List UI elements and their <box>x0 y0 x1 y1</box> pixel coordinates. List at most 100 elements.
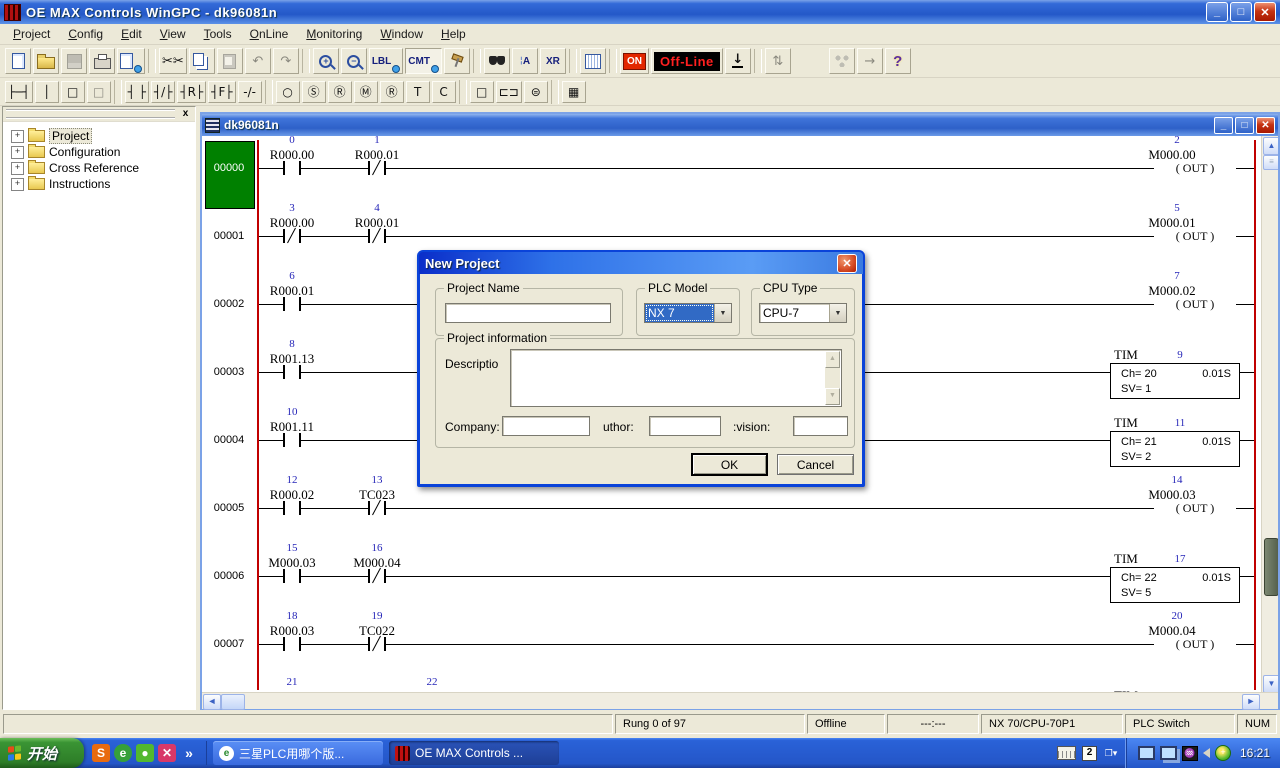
coil-set-button[interactable]: Ⓢ <box>302 81 326 103</box>
label-display-button[interactable]: LBL <box>369 48 403 74</box>
invert-line-button[interactable]: -/- <box>238 81 262 103</box>
scroll-left-button[interactable]: ◄ <box>203 694 221 710</box>
io-comment-table-button[interactable] <box>580 48 606 74</box>
sidebar-item-cross-reference[interactable]: +Cross Reference <box>3 160 195 176</box>
verify-transfer-button[interactable]: ⇅ <box>765 48 791 74</box>
sidebar-item-configuration[interactable]: +Configuration <box>3 144 195 160</box>
contact-no-button[interactable]: ┤ ├ <box>125 81 149 103</box>
contact-nc[interactable] <box>370 569 384 583</box>
minimize-button[interactable]: _ <box>1206 2 1228 22</box>
author-input[interactable] <box>649 416 721 436</box>
find-button[interactable] <box>484 48 510 74</box>
horizontal-scrollbar[interactable]: ◄ ► <box>202 692 1278 709</box>
print-button[interactable] <box>89 48 115 74</box>
plc-model-select[interactable]: NX 7 ▼ <box>644 303 732 323</box>
copy-button[interactable] <box>189 48 215 74</box>
dialog-titlebar[interactable]: New Project ✕ <box>419 252 863 274</box>
open-file-button[interactable] <box>33 48 59 74</box>
network-tray-icon[interactable] <box>1160 746 1177 760</box>
contact-no[interactable] <box>285 637 299 651</box>
scroll-down-button[interactable]: ▼ <box>1263 675 1278 692</box>
sidebar-item-project[interactable]: +Project <box>3 128 195 144</box>
find-replace-button[interactable]: ¦A <box>512 48 538 74</box>
function-box-io-button[interactable]: ⊏⊐ <box>496 81 522 103</box>
wireless-tray-icon[interactable]: ♒ <box>1182 746 1198 761</box>
output-coil[interactable]: ( OUT ) <box>1154 501 1236 515</box>
scroll-up-button[interactable]: ▲ <box>1263 137 1278 155</box>
coil-keep-button[interactable]: Ⓜ <box>354 81 378 103</box>
menu-item-online[interactable]: OnLine <box>241 25 298 43</box>
menu-item-window[interactable]: Window <box>371 25 432 43</box>
output-coil[interactable]: ( OUT ) <box>1154 297 1236 311</box>
contact-falling-button[interactable]: ┤F├ <box>208 81 235 103</box>
rung-number[interactable]: 00001 <box>204 229 254 243</box>
vertical-scrollbar[interactable]: ▲ ≡ ▼ <box>1261 136 1278 692</box>
draw-v-line-button[interactable]: │ <box>35 81 59 103</box>
contact-nc[interactable] <box>370 229 384 243</box>
vertical-scroll-thumb[interactable] <box>1264 538 1278 596</box>
download-to-plc-button[interactable]: ↓ <box>725 48 751 74</box>
function-box-button[interactable]: □ <box>470 81 494 103</box>
cpu-type-select[interactable]: CPU-7 ▼ <box>759 303 847 323</box>
rung-number[interactable]: 00005 <box>204 501 254 515</box>
menu-item-monitoring[interactable]: Monitoring <box>297 25 371 43</box>
keyboard-icon[interactable] <box>1057 746 1076 760</box>
menu-item-view[interactable]: View <box>151 25 195 43</box>
redo-button[interactable]: ↷ <box>273 48 299 74</box>
menu-item-project[interactable]: Project <box>4 25 59 43</box>
revision-input[interactable] <box>793 416 848 436</box>
zoom-in-button[interactable]: + <box>313 48 339 74</box>
contact-nc[interactable] <box>370 161 384 175</box>
help-about-button[interactable]: ? <box>885 48 911 74</box>
print-preview-button[interactable] <box>117 48 145 74</box>
scroll-page-button[interactable]: ≡ <box>1263 155 1278 170</box>
timer-button[interactable]: T <box>406 81 430 103</box>
coil-out-button[interactable]: ○ <box>276 81 300 103</box>
scroll-down-icon[interactable]: ▼ <box>825 388 840 405</box>
draw-h-line-button[interactable]: ├─┤ <box>5 81 33 103</box>
output-coil[interactable]: ( OUT ) <box>1154 161 1236 175</box>
rung-number[interactable]: 00000 <box>204 161 254 175</box>
messenger-icon[interactable]: ✕ <box>158 744 176 762</box>
safety-tray-icon[interactable]: + <box>1215 745 1231 761</box>
contact-no[interactable] <box>285 569 299 583</box>
draw-branch-2-button[interactable]: □ <box>87 81 111 103</box>
comment-display-button[interactable]: CMT <box>405 48 442 74</box>
cross-reference-button[interactable]: XR <box>540 48 566 74</box>
coil-latch-button[interactable]: Ⓡ <box>380 81 404 103</box>
contact-rising-button[interactable]: ┤R├ <box>177 81 206 103</box>
output-coil[interactable]: ( OUT ) <box>1154 229 1236 243</box>
child-minimize-button[interactable]: _ <box>1214 117 1233 134</box>
build-button[interactable] <box>444 48 470 74</box>
volume-tray-icon[interactable] <box>1203 748 1210 758</box>
paste-button[interactable] <box>217 48 243 74</box>
contact-nc-button[interactable]: ┤/├ <box>151 81 176 103</box>
expand-plus-icon[interactable]: + <box>11 130 24 143</box>
rung-number[interactable]: 00002 <box>204 297 254 311</box>
run-monitor-button[interactable]: → <box>857 48 883 74</box>
grid-toggle-button[interactable]: ▦ <box>562 81 586 103</box>
scroll-up-icon[interactable]: ▲ <box>825 351 840 368</box>
expand-plus-icon[interactable]: + <box>11 178 24 191</box>
rung-number[interactable]: 00007 <box>204 637 254 651</box>
chevron-down-icon[interactable]: ▼ <box>714 304 731 322</box>
timer-block[interactable]: Ch= 210.01SSV= 2 <box>1110 431 1240 467</box>
contact-no[interactable] <box>285 365 299 379</box>
restore-window-icon[interactable]: ❐▾ <box>1103 746 1119 760</box>
counter-button[interactable]: C <box>432 81 456 103</box>
rung-number[interactable]: 00004 <box>204 433 254 447</box>
offline-indicator-button[interactable]: Off-Line <box>651 48 723 74</box>
network-setup-button[interactable] <box>829 48 855 74</box>
save-file-button[interactable] <box>61 48 87 74</box>
contact-nc[interactable] <box>370 637 384 651</box>
menu-item-tools[interactable]: Tools <box>195 25 241 43</box>
360-safety-icon[interactable]: ● <box>136 744 154 762</box>
sogou-launcher-icon[interactable]: S <box>92 744 110 762</box>
overflow-chevron-icon[interactable]: » <box>180 744 198 762</box>
new-file-button[interactable] <box>5 48 31 74</box>
timer-block[interactable]: Ch= 220.01SSV= 5 <box>1110 567 1240 603</box>
contact-no[interactable] <box>285 433 299 447</box>
chevron-down-icon[interactable]: ▼ <box>829 304 846 322</box>
company-input[interactable] <box>502 416 590 436</box>
timer-block[interactable]: Ch= 200.01SSV= 1 <box>1110 363 1240 399</box>
